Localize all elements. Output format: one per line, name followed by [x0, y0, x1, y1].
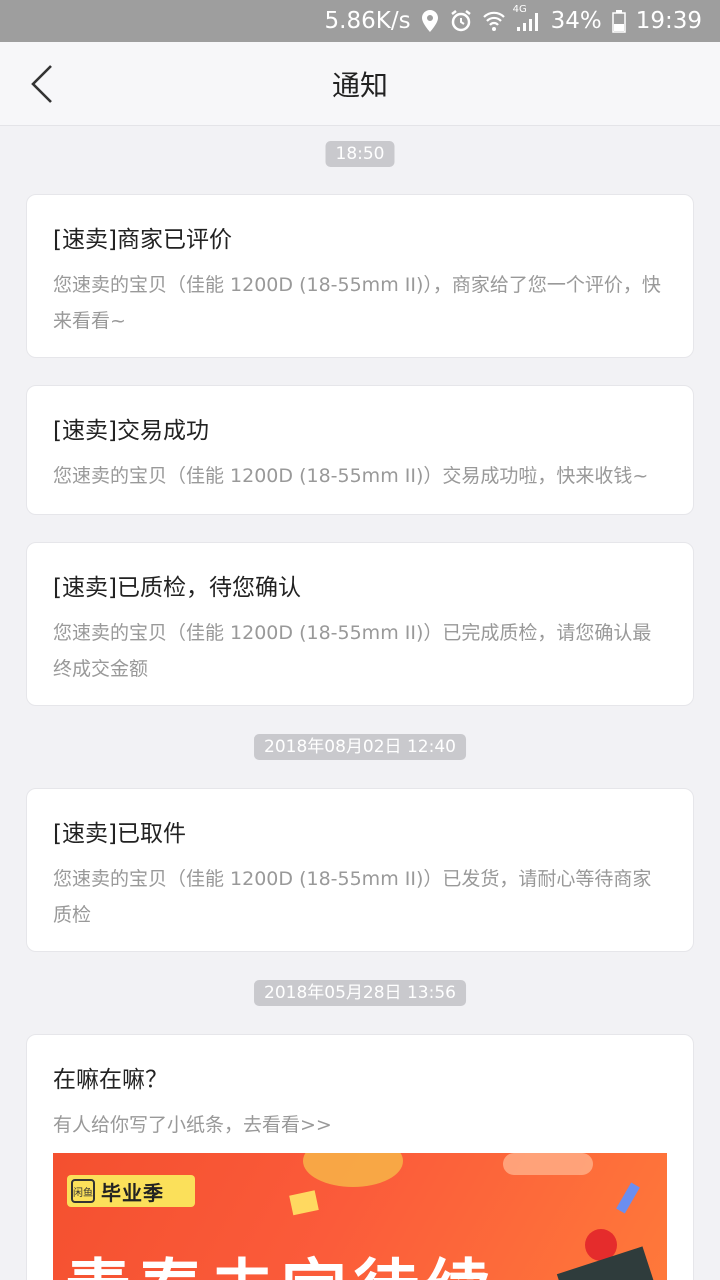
- notification-title: [速卖]已质检，待您确认: [53, 575, 301, 601]
- notification-body: 您速卖的宝贝（佳能 1200D (18-55mm II)）已完成质检，请您确认最…: [53, 622, 652, 680]
- timestamp-label: 2018年08月02日 12:40: [254, 734, 466, 760]
- notification-card[interactable]: [速卖]已质检，待您确认 您速卖的宝贝（佳能 1200D (18-55mm II…: [26, 542, 694, 706]
- notification-title: [速卖]商家已评价: [53, 227, 232, 253]
- network-speed: 5.86K/s: [324, 8, 411, 34]
- notification-card[interactable]: 在嘛在嘛？ 有人给你写了小纸条，去看看>> 闲鱼 毕业季 青春未完待续: [26, 1034, 694, 1280]
- notification-body: 您速卖的宝贝（佳能 1200D (18-55mm II)）交易成功啦，快来收钱~: [53, 465, 649, 487]
- banner-logo: 闲鱼 毕业季: [67, 1175, 195, 1207]
- notification-title: [速卖]已取件: [53, 821, 186, 847]
- timestamp-label: 18:50: [325, 141, 395, 167]
- notification-card[interactable]: [速卖]交易成功 您速卖的宝贝（佳能 1200D (18-55mm II)）交易…: [26, 385, 694, 515]
- battery-icon: [611, 9, 626, 33]
- banner-headline: 青春未完待续: [65, 1237, 497, 1280]
- navigation-bar: 通知: [0, 42, 720, 126]
- battery-percent: 34%: [550, 8, 602, 34]
- promo-banner[interactable]: 闲鱼 毕业季 青春未完待续: [53, 1153, 667, 1280]
- network-type: 4G: [512, 4, 527, 15]
- notification-title: [速卖]交易成功: [53, 418, 209, 444]
- logo-text: 毕业季: [101, 1180, 164, 1205]
- notification-title: 在嘛在嘛？: [53, 1067, 168, 1093]
- location-icon: [421, 9, 439, 33]
- notification-card[interactable]: [速卖]商家已评价 您速卖的宝贝（佳能 1200D (18-55mm II)），…: [26, 194, 694, 358]
- logo-mark: 闲鱼: [71, 1179, 95, 1203]
- notification-body: 您速卖的宝贝（佳能 1200D (18-55mm II)）已发货，请耐心等待商家…: [53, 868, 652, 926]
- alarm-icon: [449, 9, 473, 33]
- back-button[interactable]: [20, 62, 64, 106]
- page-title: 通知: [331, 69, 388, 102]
- timestamp-label: 2018年05月28日 13:56: [254, 980, 466, 1006]
- notification-body: 有人给你写了小纸条，去看看>>: [53, 1114, 332, 1136]
- wifi-icon: [482, 10, 505, 32]
- notification-card[interactable]: [速卖]已取件 您速卖的宝贝（佳能 1200D (18-55mm II)）已发货…: [26, 788, 694, 952]
- notification-body: 您速卖的宝贝（佳能 1200D (18-55mm II)），商家给了您一个评价，…: [53, 274, 661, 332]
- clock: 19:39: [635, 8, 702, 34]
- status-bar: 5.86K/s 4G 34% 19:39: [0, 0, 720, 42]
- chevron-left-icon: [31, 65, 52, 103]
- cellular-signal-icon: 4G: [513, 4, 541, 32]
